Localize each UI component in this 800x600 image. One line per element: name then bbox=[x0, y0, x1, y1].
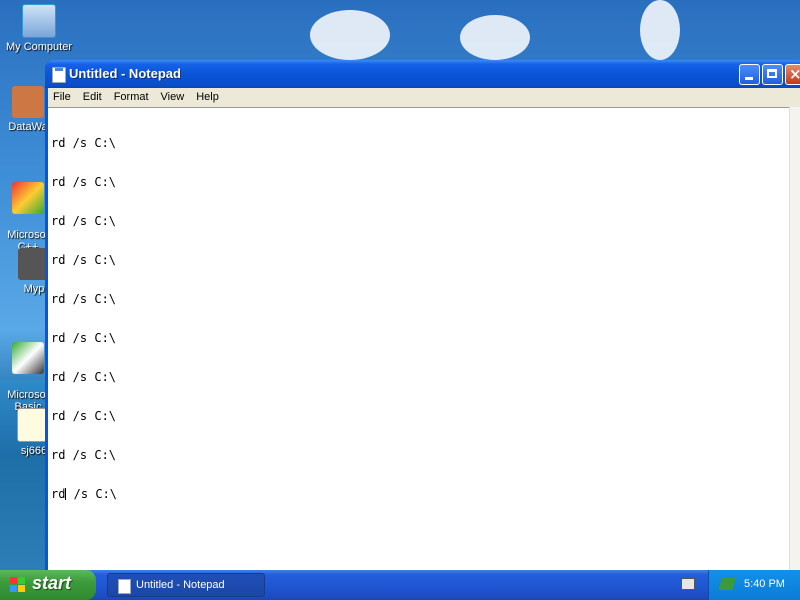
wallpaper-cloud bbox=[640, 0, 680, 60]
editor-line: rd /s C:\ bbox=[51, 253, 117, 267]
keyboard-icon[interactable] bbox=[681, 578, 695, 590]
maximize-icon bbox=[767, 69, 777, 78]
menu-file[interactable]: File bbox=[48, 88, 77, 105]
wallpaper-cloud bbox=[460, 15, 530, 60]
start-button[interactable]: start bbox=[0, 570, 96, 600]
wallpaper-cloud bbox=[310, 10, 390, 60]
menu-help[interactable]: Help bbox=[190, 88, 225, 105]
window-title: Untitled - Notepad bbox=[69, 66, 181, 81]
editor-line: rd /s C:\ bbox=[51, 409, 117, 423]
editor-line-text: /s C:\ bbox=[66, 487, 118, 501]
editor-lines: rd /s C:\ rd /s C:\ rd /s C:\ rd /s C:\ … bbox=[51, 111, 117, 527]
desktop-icon-label: My Computer bbox=[5, 41, 73, 53]
start-label: start bbox=[32, 573, 72, 593]
taskbar-notepad-button[interactable]: Untitled - Notepad bbox=[107, 573, 265, 597]
close-icon: × bbox=[789, 65, 800, 83]
close-button[interactable]: × bbox=[785, 64, 800, 85]
menu-view[interactable]: View bbox=[155, 88, 191, 105]
taskbar: start Untitled - Notepad 5:40 PM bbox=[0, 570, 800, 600]
minimize-button[interactable] bbox=[739, 64, 760, 85]
minimize-icon bbox=[745, 77, 753, 80]
text-editor[interactable]: rd /s C:\ rd /s C:\ rd /s C:\ rd /s C:\ … bbox=[48, 107, 789, 570]
editor-line: rd /s C:\ bbox=[51, 175, 117, 189]
editor-line: rd /s C:\ bbox=[51, 214, 117, 228]
menu-edit[interactable]: Edit bbox=[77, 88, 108, 105]
editor-line: rd /s C:\ bbox=[51, 292, 117, 306]
desktop-icon-my-computer[interactable]: My Computer bbox=[0, 4, 79, 53]
vertical-scrollbar[interactable] bbox=[789, 107, 800, 570]
editor-line: rd /s C:\ bbox=[51, 370, 117, 384]
editor-line: rd /s C:\ bbox=[51, 331, 117, 345]
editor-line-last: rd /s C:\ bbox=[51, 488, 117, 501]
clock[interactable]: 5:40 PM bbox=[744, 578, 785, 590]
taskbar-button-label: Untitled - Notepad bbox=[136, 579, 225, 591]
editor-line-text: rd bbox=[51, 487, 66, 501]
editor-line: rd /s C:\ bbox=[51, 136, 117, 150]
notepad-icon bbox=[118, 579, 131, 594]
shortcut-icon bbox=[12, 182, 44, 214]
editor-line: rd /s C:\ bbox=[51, 448, 117, 462]
shortcut-icon bbox=[12, 342, 44, 374]
menu-bar: File Edit Format View Help bbox=[48, 88, 800, 107]
title-bar[interactable]: Untitled - Notepad × bbox=[45, 60, 800, 88]
notepad-icon bbox=[52, 67, 66, 83]
notepad-window: Untitled - Notepad × File Edit Format View H… bbox=[45, 60, 800, 570]
network-icon[interactable] bbox=[718, 578, 736, 590]
maximize-button[interactable] bbox=[762, 64, 783, 85]
windows-logo-icon bbox=[10, 577, 26, 593]
computer-icon bbox=[22, 4, 56, 38]
menu-format[interactable]: Format bbox=[108, 88, 155, 105]
shortcut-icon bbox=[12, 86, 44, 118]
system-tray: 5:40 PM bbox=[708, 570, 800, 600]
